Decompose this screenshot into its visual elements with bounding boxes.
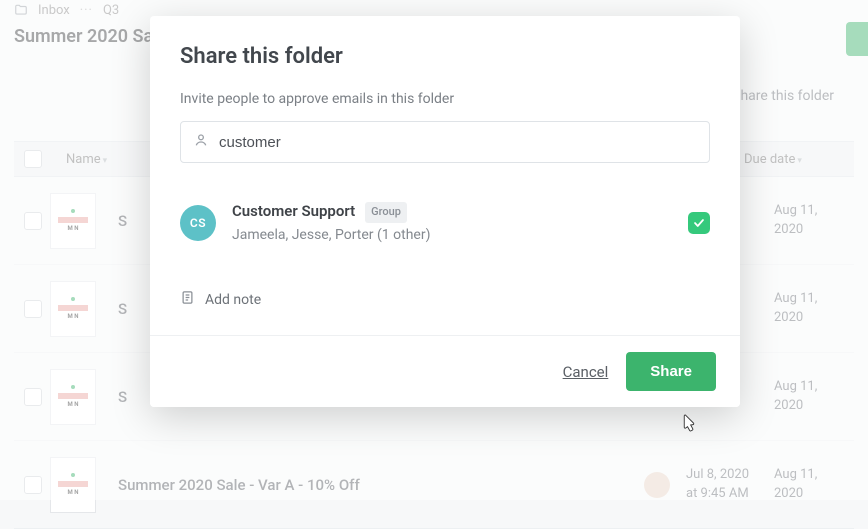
- modal-title: Share this folder: [180, 44, 710, 69]
- share-button[interactable]: Share: [626, 352, 716, 391]
- modal-footer: Cancel Share: [150, 335, 740, 407]
- invite-search-wrapper[interactable]: [180, 121, 710, 163]
- share-folder-modal: Share this folder Invite people to appro…: [150, 16, 740, 407]
- add-note-button[interactable]: Add note: [180, 290, 710, 309]
- modal-subtitle: Invite people to approve emails in this …: [180, 91, 710, 107]
- result-name: Customer Support: [232, 202, 355, 220]
- selected-check-icon[interactable]: [688, 212, 710, 234]
- group-avatar: CS: [180, 205, 216, 241]
- add-note-label: Add note: [205, 292, 261, 308]
- group-badge: Group: [365, 202, 407, 223]
- result-members: Jameela, Jesse, Porter (1 other): [232, 225, 672, 246]
- person-icon: [193, 132, 209, 152]
- invite-search-input[interactable]: [219, 134, 697, 151]
- search-result-item[interactable]: CS Customer Support Group Jameela, Jesse…: [180, 199, 710, 246]
- note-icon: [180, 290, 195, 309]
- cancel-button[interactable]: Cancel: [563, 363, 609, 381]
